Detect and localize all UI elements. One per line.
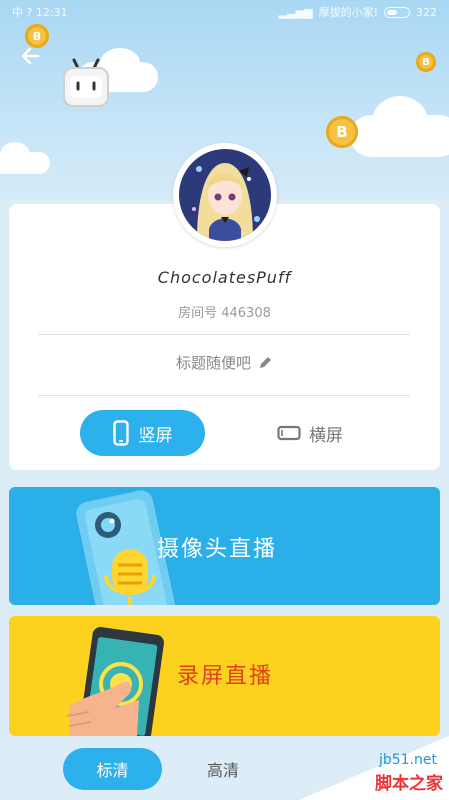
signal-icon: ▂▃▅▆ (278, 5, 313, 19)
screen-record-label: 录屏直播 (177, 664, 274, 689)
camera-stream-panel[interactable]: 摄像头直播 (9, 487, 440, 605)
watermark-name: 脚本之家 (375, 774, 443, 794)
phone-portrait-icon (112, 420, 129, 446)
quality-standard-button[interactable]: 标清 (63, 748, 162, 790)
divider (38, 334, 410, 335)
landscape-button[interactable]: 横屏 (250, 410, 370, 456)
status-bar: 中 ? 12:31 ▂▃▅▆ 摩拔的小家! 322 (0, 0, 449, 24)
portrait-button[interactable]: 竖屏 (80, 410, 205, 456)
battery-level: 322 (416, 5, 437, 19)
room-number: 房间号 446308 (178, 306, 271, 321)
pencil-icon[interactable] (257, 355, 273, 371)
avatar[interactable] (173, 143, 277, 247)
coin-icon: B (416, 52, 436, 72)
quality-high-button[interactable]: 高清 (178, 748, 268, 790)
status-time: 中 ? 12:31 (12, 6, 68, 19)
back-arrow-icon[interactable] (16, 40, 48, 72)
quality-high-label: 高清 (206, 761, 239, 780)
stream-title-row[interactable]: 标题随便吧 (0, 352, 449, 373)
camera-stream-label: 摄像头直播 (157, 537, 278, 562)
screen-record-panel[interactable]: 录屏直播 (9, 616, 440, 736)
portrait-label: 竖屏 (138, 425, 173, 446)
watermark: jb51.net 脚本之家 (299, 736, 449, 800)
avatar-image (179, 149, 271, 241)
cloud-shape (0, 142, 30, 168)
streamer-name: ChocolatesPuff (157, 268, 292, 287)
battery-icon (384, 6, 410, 18)
landscape-label: 横屏 (309, 425, 343, 446)
tv-mascot-icon (63, 58, 109, 107)
divider (38, 395, 410, 396)
coin-icon: B (326, 116, 358, 148)
quality-standard-label: 标清 (96, 761, 129, 780)
status-carrier: 摩拔的小家! (318, 6, 378, 19)
phone-landscape-icon (277, 425, 301, 441)
cloud-shape (372, 96, 428, 148)
watermark-site: jb51.net (378, 752, 437, 768)
stream-title: 标题随便吧 (175, 354, 251, 372)
